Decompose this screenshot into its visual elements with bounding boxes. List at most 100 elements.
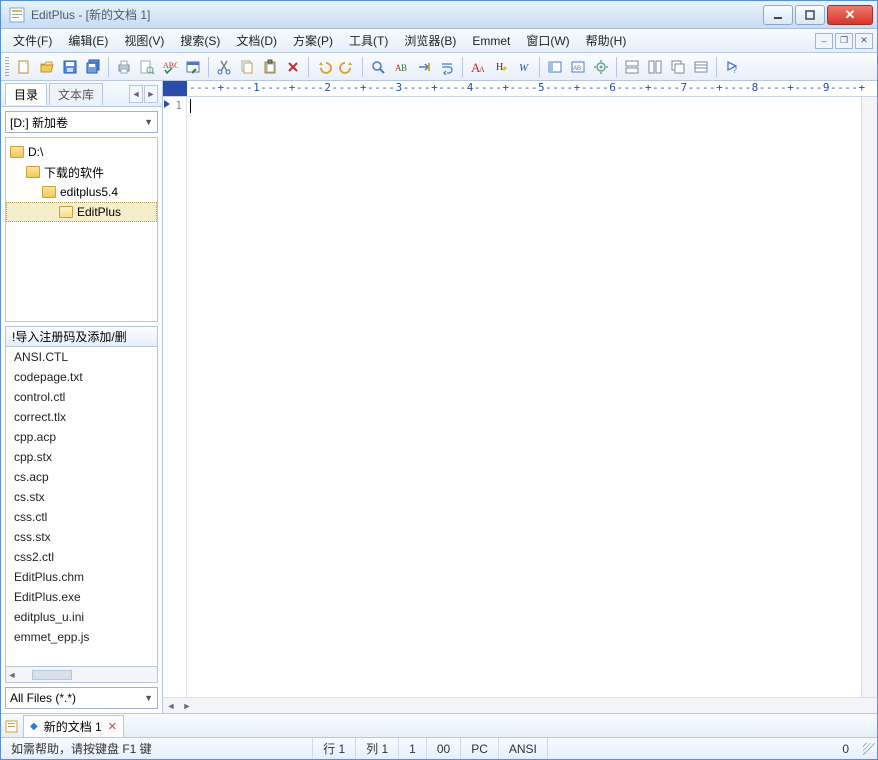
editor-pane: ----+----1----+----2----+----3----+----4… (163, 81, 877, 713)
status-encoding: ANSI (499, 738, 548, 759)
word-wrap-icon[interactable] (436, 56, 458, 78)
file-row[interactable]: control.ctl (6, 387, 157, 407)
find-icon[interactable] (367, 56, 389, 78)
tile-horizontal-icon[interactable] (621, 56, 643, 78)
menu-edit[interactable]: 编辑(E) (60, 30, 116, 51)
document-tab[interactable]: ◆ 新的文档 1 ✕ (23, 715, 124, 737)
maximize-button[interactable] (795, 5, 825, 25)
file-row[interactable]: EditPlus.exe (6, 587, 157, 607)
toolbar: ABC AB AA H W AB ? (1, 53, 877, 81)
file-row[interactable]: cs.acp (6, 467, 157, 487)
file-row[interactable]: cs.stx (6, 487, 157, 507)
code-area: 1 (163, 97, 877, 697)
tree-item[interactable]: D:\ (6, 142, 157, 162)
goto-line-icon[interactable] (413, 56, 435, 78)
menu-emmet[interactable]: Emmet (464, 32, 518, 50)
status-zeros: 00 (427, 738, 461, 759)
folder-icon (59, 206, 73, 218)
menu-view[interactable]: 视图(V) (116, 30, 172, 51)
toolbar-grip[interactable] (5, 57, 9, 77)
text-editor[interactable] (187, 97, 861, 697)
toggle-sidepanel-icon[interactable] (544, 56, 566, 78)
minimize-button[interactable] (763, 5, 793, 25)
font-size-icon[interactable]: AA (467, 56, 489, 78)
doc-list-icon[interactable] (5, 719, 19, 733)
paste-icon[interactable] (259, 56, 281, 78)
menu-search[interactable]: 搜索(S) (172, 30, 228, 51)
line-number-gutter: 1 (163, 97, 187, 697)
bold-icon[interactable]: W (513, 56, 535, 78)
drive-select[interactable]: [D:] 新加卷 ▼ (5, 111, 158, 133)
menu-window[interactable]: 窗口(W) (518, 30, 577, 51)
tree-item[interactable]: EditPlus (6, 202, 157, 222)
file-row[interactable]: css.ctl (6, 507, 157, 527)
editor-vscrollbar[interactable] (861, 97, 877, 697)
spell-check-icon[interactable]: ABC (159, 56, 181, 78)
filelist-hscrollbar[interactable]: ◄ (5, 667, 158, 683)
resize-grip-icon[interactable] (859, 741, 877, 757)
window-list-icon[interactable] (690, 56, 712, 78)
title-bar: EditPlus - [新的文档 1] ✕ (1, 1, 877, 29)
menu-document[interactable]: 文档(D) (228, 30, 285, 51)
undo-icon[interactable] (313, 56, 335, 78)
editor-hscrollbar[interactable]: ◄ ► (163, 697, 877, 713)
find-replace-icon[interactable]: AB (390, 56, 412, 78)
help-icon[interactable]: ? (721, 56, 743, 78)
save-all-icon[interactable] (82, 56, 104, 78)
status-line: 行 1 (313, 738, 356, 759)
copy-icon[interactable] (236, 56, 258, 78)
scroll-right-icon[interactable]: ► (179, 699, 195, 713)
file-row[interactable]: correct.tlx (6, 407, 157, 427)
current-line-marker-icon (164, 100, 170, 108)
file-row[interactable]: EditPlus.chm (6, 567, 157, 587)
tree-item[interactable]: editplus5.4 (6, 182, 157, 202)
ruler-origin (163, 81, 187, 97)
file-row[interactable]: editplus_u.ini (6, 607, 157, 627)
sidebar-nav-next[interactable]: ► (144, 85, 158, 103)
tree-item-label: D:\ (28, 145, 43, 159)
sidebar-tabs: 目录 文本库 ◄ ► (1, 81, 162, 107)
file-row[interactable]: codepage.txt (6, 367, 157, 387)
close-button[interactable]: ✕ (827, 5, 873, 25)
file-row[interactable]: css.stx (6, 527, 157, 547)
file-filter-select[interactable]: All Files (*.*) ▼ (5, 687, 158, 709)
menu-tools[interactable]: 工具(T) (341, 30, 396, 51)
file-row[interactable]: cpp.stx (6, 447, 157, 467)
print-icon[interactable] (113, 56, 135, 78)
folder-tree[interactable]: D:\ 下载的软件editplus5.4EditPlus (5, 137, 158, 322)
menu-file[interactable]: 文件(F) (5, 30, 60, 51)
delete-icon[interactable] (282, 56, 304, 78)
print-preview-icon[interactable] (136, 56, 158, 78)
file-row[interactable]: ANSI.CTL (6, 347, 157, 367)
file-row[interactable]: emmet_epp.js (6, 627, 157, 647)
redo-icon[interactable] (336, 56, 358, 78)
sidebar-nav-prev[interactable]: ◄ (129, 85, 143, 103)
highlight-icon[interactable]: H (490, 56, 512, 78)
file-list[interactable]: ANSI.CTLcodepage.txtcontrol.ctlcorrect.t… (5, 346, 158, 667)
open-file-icon[interactable] (36, 56, 58, 78)
tile-vertical-icon[interactable] (644, 56, 666, 78)
save-icon[interactable] (59, 56, 81, 78)
scroll-left-icon[interactable]: ◄ (163, 699, 179, 713)
new-file-icon[interactable] (13, 56, 35, 78)
mdi-restore-button[interactable]: ❐ (835, 33, 853, 49)
file-filter-label: All Files (*.*) (10, 691, 76, 705)
filelist-header[interactable]: !导入注册码及添加/删 (5, 326, 158, 346)
web-preview-icon[interactable] (182, 56, 204, 78)
menu-help[interactable]: 帮助(H) (578, 30, 635, 51)
mdi-minimize-button[interactable]: – (815, 33, 833, 49)
sidebar-tab-cliptext[interactable]: 文本库 (49, 83, 103, 105)
hex-view-icon[interactable]: AB (567, 56, 589, 78)
file-row[interactable]: css2.ctl (6, 547, 157, 567)
tree-item[interactable]: 下载的软件 (6, 162, 157, 182)
menu-browser[interactable]: 浏览器(B) (396, 30, 464, 51)
menu-project[interactable]: 方案(P) (285, 30, 341, 51)
settings-icon[interactable] (590, 56, 612, 78)
tab-close-icon[interactable]: ✕ (108, 720, 117, 733)
sidebar-tab-directory[interactable]: 目录 (5, 83, 47, 105)
svg-text:?: ? (732, 65, 737, 75)
file-row[interactable]: cpp.acp (6, 427, 157, 447)
mdi-close-button[interactable]: ✕ (855, 33, 873, 49)
cut-icon[interactable] (213, 56, 235, 78)
cascade-icon[interactable] (667, 56, 689, 78)
